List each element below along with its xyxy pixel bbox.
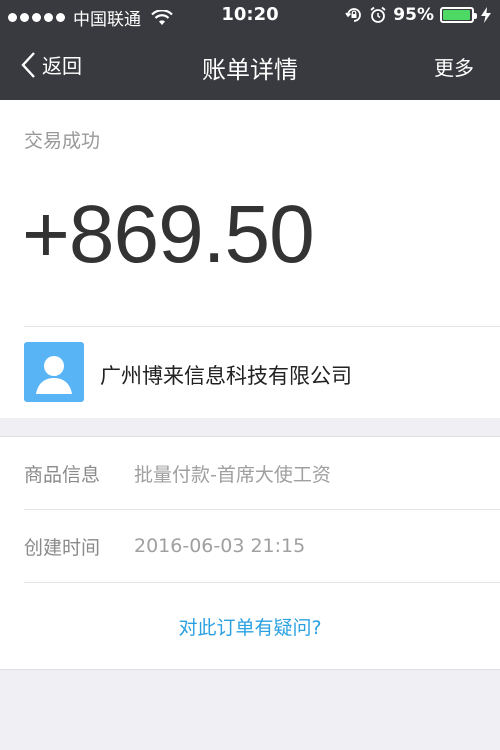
detail-row-created-time: 创建时间 2016-06-03 21:15	[24, 510, 500, 582]
product-info-label: 商品信息	[24, 463, 101, 486]
detail-row-product: 商品信息 批量付款-首席大使工资	[24, 437, 500, 509]
avatar[interactable]	[24, 342, 84, 402]
divider	[24, 326, 500, 327]
battery-fill	[443, 10, 470, 20]
order-question-link[interactable]: 对此订单有疑问?	[0, 613, 500, 640]
created-time-value: 2016-06-03 21:15	[134, 535, 306, 557]
charging-bolt-icon	[481, 7, 491, 23]
payer-name[interactable]: 广州博来信息科技有限公司	[100, 360, 352, 390]
transaction-status: 交易成功	[24, 130, 101, 152]
status-right: 95%	[345, 5, 492, 25]
product-info-value: 批量付款-首席大使工资	[134, 463, 331, 486]
created-time-label: 创建时间	[24, 536, 101, 559]
alarm-icon	[370, 6, 386, 23]
battery-percent: 95%	[393, 5, 434, 25]
orientation-lock-icon	[345, 8, 362, 22]
divider	[24, 582, 500, 583]
details-card: 商品信息 批量付款-首席大使工资 创建时间 2016-06-03 21:15 对…	[0, 436, 500, 670]
transaction-summary-card: 交易成功 +869.50 广州博来信息科技有限公司	[0, 100, 500, 418]
person-icon	[36, 356, 72, 394]
status-bar: 中国联通 10:20 95%	[0, 0, 500, 32]
nav-bar: 返回 账单详情 更多	[0, 32, 500, 100]
transaction-amount: +869.50	[22, 189, 315, 280]
battery-icon	[440, 7, 477, 23]
more-button[interactable]: 更多	[434, 52, 474, 81]
page-title: 账单详情	[202, 56, 298, 84]
